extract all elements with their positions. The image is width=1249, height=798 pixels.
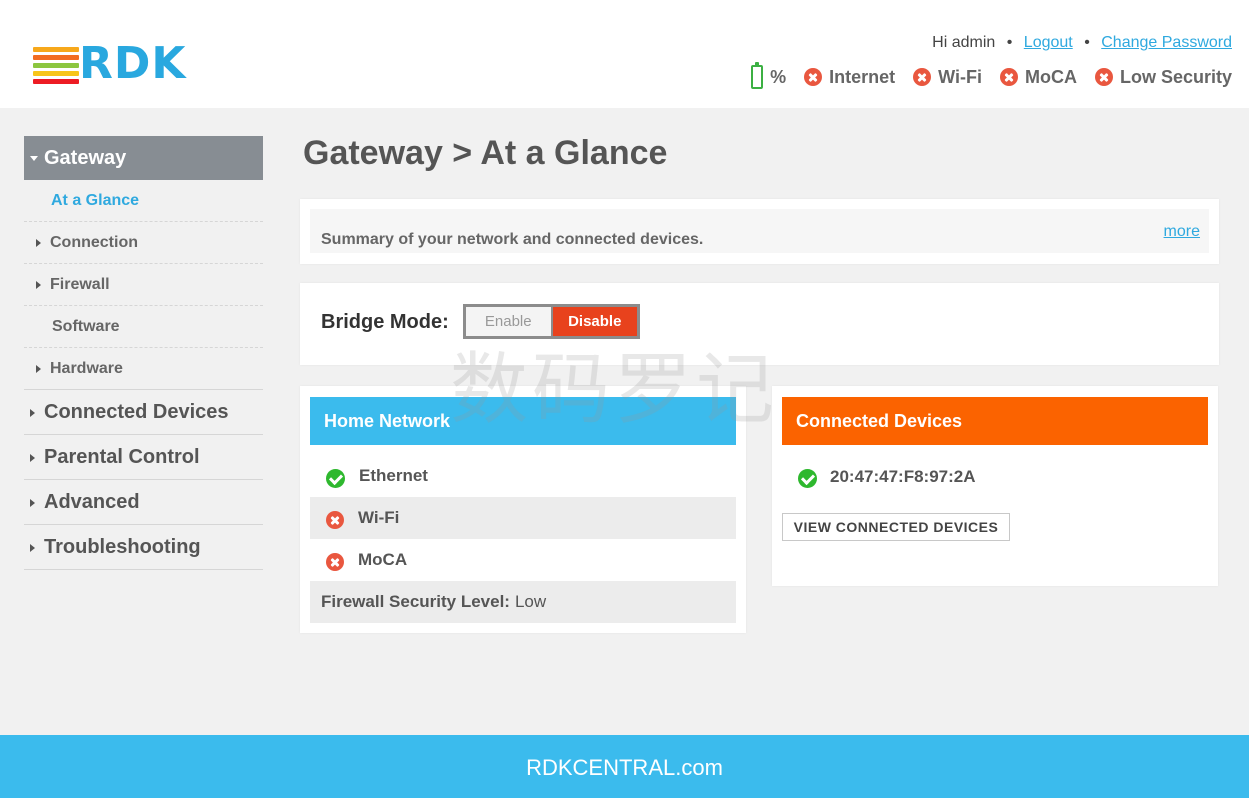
sidebar-item-label: At a Glance	[51, 192, 140, 209]
summary-box: Summary of your network and connected de…	[310, 209, 1209, 253]
view-connected-devices-button[interactable]: VIEW CONNECTED DEVICES	[782, 513, 1010, 541]
security-label: Low Security	[1119, 66, 1232, 87]
home-network-title: Home Network	[310, 397, 736, 445]
disable-button[interactable]: Disable	[552, 307, 637, 336]
user-bar: Hi admin • Logout • Change Password	[932, 34, 1232, 52]
sidebar-subitem-firewall[interactable]: Firewall	[24, 264, 263, 306]
sidebar-subitem-connection[interactable]: Connection	[24, 222, 263, 264]
firewall-level-label: Firewall Security Level:	[321, 592, 510, 611]
chevron-right-icon	[30, 453, 35, 462]
error-icon	[326, 511, 344, 529]
sidebar-item-label: Hardware	[50, 360, 123, 377]
sidebar-item-label: Advanced	[44, 491, 140, 513]
sidebar-subitem-software[interactable]: Software	[24, 306, 263, 348]
more-link[interactable]: more	[1164, 223, 1200, 241]
logo-stripes-icon	[33, 47, 79, 84]
sidebar-subitem-at-a-glance[interactable]: At a Glance	[24, 180, 263, 222]
separator: •	[1006, 34, 1013, 51]
sidebar-item-label: Parental Control	[44, 446, 200, 468]
wifi-label: Wi-Fi	[358, 508, 400, 527]
chevron-right-icon	[36, 238, 41, 247]
sidebar-item-label: Troubleshooting	[44, 536, 201, 558]
error-icon	[1094, 68, 1113, 86]
sidebar-item-parental-control[interactable]: Parental Control	[24, 435, 263, 480]
moca-status: MoCA	[999, 66, 1077, 88]
connected-devices-title: Connected Devices	[782, 397, 1208, 445]
logout-link[interactable]: Logout	[1024, 34, 1073, 51]
wifi-label: Wi-Fi	[938, 66, 982, 87]
header: RDK Hi admin • Logout • Change Password …	[0, 0, 1249, 108]
firewall-level-row: Firewall Security Level: Low	[310, 581, 736, 623]
moca-label: MoCA	[358, 550, 408, 569]
footer-text: RDKCENTRAL.com	[526, 755, 723, 780]
firewall-level-value: Low	[514, 592, 547, 611]
bridge-mode-card: Bridge Mode:	[300, 283, 1219, 365]
error-icon	[913, 68, 932, 86]
check-icon	[326, 468, 345, 488]
bridge-mode-label: Bridge Mode:	[321, 311, 449, 333]
wifi-status: Wi-Fi	[913, 67, 982, 88]
footer: RDKCENTRAL.com	[0, 735, 1249, 798]
sidebar-item-advanced[interactable]: Advanced	[24, 480, 263, 525]
enable-button[interactable]: Enable	[466, 307, 551, 336]
sidebar-item-label: Firewall	[50, 276, 110, 293]
chevron-right-icon	[30, 498, 35, 507]
sidebar-item-label: Connected Devices	[44, 401, 229, 423]
chevron-right-icon	[36, 280, 41, 289]
rdk-logo[interactable]: RDK	[33, 39, 223, 89]
error-icon	[999, 68, 1018, 86]
status-bar: % Internet Wi-Fi MoCA Low Security	[751, 62, 1232, 90]
wifi-row: Wi-Fi	[310, 497, 736, 539]
summary-card: Summary of your network and connected de…	[300, 199, 1219, 264]
sidebar-item-label: Connection	[50, 234, 138, 251]
sidebar-item-connected-devices[interactable]: Connected Devices	[24, 390, 263, 435]
internet-label: Internet	[829, 66, 896, 87]
battery-icon	[751, 62, 764, 89]
chevron-down-icon	[30, 156, 38, 162]
sidebar-nav: Gateway At a Glance Connection Firewall …	[24, 136, 263, 570]
sidebar-item-label: Gateway	[44, 147, 127, 169]
device-mac: 20:47:47:F8:97:2A	[830, 466, 976, 486]
summary-text: Summary of your network and connected de…	[321, 231, 704, 248]
check-icon	[798, 469, 817, 488]
chevron-right-icon	[30, 408, 35, 417]
greeting: Hi admin	[932, 34, 996, 51]
home-network-card: Home Network Ethernet Wi-Fi MoCA Firewal…	[300, 386, 746, 633]
moca-row: MoCA	[310, 539, 736, 581]
error-icon	[326, 553, 344, 571]
page-title: Gateway > At a Glance	[303, 134, 668, 172]
internet-status: Internet	[804, 67, 895, 88]
device-item: 20:47:47:F8:97:2A	[798, 465, 976, 488]
sidebar-item-troubleshooting[interactable]: Troubleshooting	[24, 525, 263, 570]
sidebar-subitem-hardware[interactable]: Hardware	[24, 348, 263, 390]
security-status: Low Security	[1094, 66, 1232, 88]
battery-label: %	[770, 66, 787, 87]
logo-text: RDK	[79, 38, 187, 89]
chevron-right-icon	[36, 364, 41, 373]
connected-devices-card: Connected Devices 20:47:47:F8:97:2A VIEW…	[772, 386, 1218, 586]
bridge-mode-toggle: Enable Disable	[463, 304, 640, 339]
chevron-right-icon	[30, 543, 35, 552]
battery-status: %	[751, 62, 787, 89]
change-password-link[interactable]: Change Password	[1101, 34, 1232, 51]
separator: •	[1084, 34, 1090, 51]
moca-label: MoCA	[1024, 66, 1077, 87]
ethernet-label: Ethernet	[359, 466, 428, 485]
ethernet-row: Ethernet	[310, 455, 736, 497]
error-icon	[804, 68, 823, 86]
sidebar-item-gateway[interactable]: Gateway	[24, 136, 263, 180]
sidebar-item-label: Software	[52, 318, 120, 335]
